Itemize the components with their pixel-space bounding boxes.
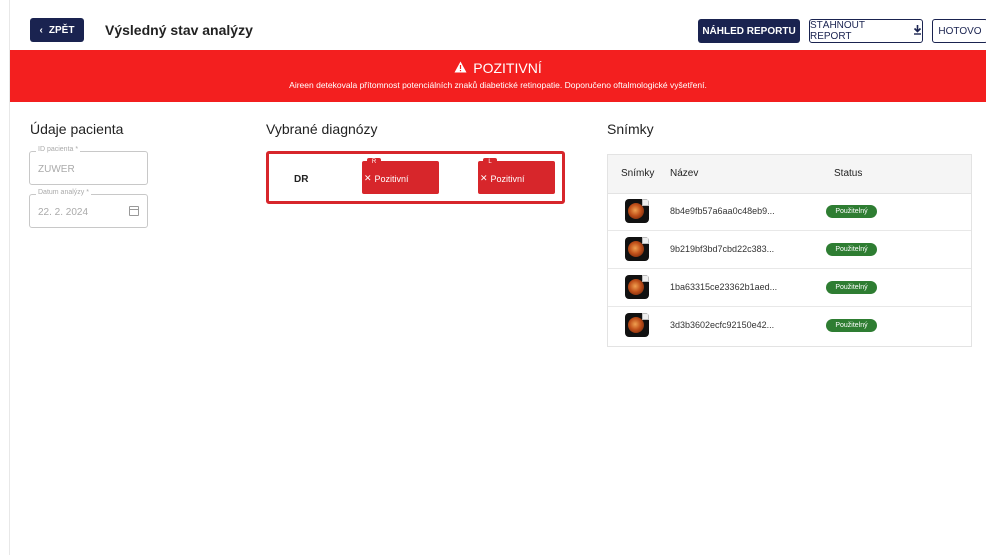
image-name: 1ba63315ce23362b1aed... (670, 282, 778, 292)
fundus-thumbnail[interactable] (625, 313, 649, 337)
image-name: 9b219bf3bd7cbd22c383... (670, 244, 775, 254)
diagnosis-box: DR R ✕ Pozitivní L ✕ Pozitivní (266, 151, 565, 204)
status-badge: Použitelný (826, 205, 877, 218)
column-header-status: Status (834, 168, 863, 179)
chevron-left-icon: ‹ (39, 24, 43, 36)
page-title: Výsledný stav analýzy (105, 22, 253, 38)
back-button[interactable]: ‹ ZPĚT (30, 18, 84, 42)
table-row[interactable]: 9b219bf3bd7cbd22c383... Použitelný (608, 231, 971, 269)
diagnosis-row-label: DR (294, 174, 309, 185)
patient-id-value: ZUWER (38, 164, 75, 175)
banner-title-text: POZITIVNÍ (473, 60, 542, 76)
download-report-button[interactable]: STÁHNOUT REPORT (809, 19, 923, 43)
right-eye-value: Pozitivní (374, 173, 409, 184)
column-header-images: Snímky (621, 168, 655, 179)
warning-icon (454, 60, 467, 76)
patient-id-field[interactable]: ID pacienta * ZUWER (29, 146, 148, 185)
right-eye-tab: R (367, 158, 381, 167)
fundus-thumbnail[interactable] (625, 199, 649, 223)
analysis-date-label: Datum analýzy * (36, 189, 91, 196)
diagnoses-section-title: Vybrané diagnózy (266, 121, 378, 137)
done-button[interactable]: HOTOVO (932, 19, 986, 43)
result-banner: POZITIVNÍ Aireen detekovala přítomnost p… (10, 50, 986, 102)
left-eye-value: Pozitivní (490, 173, 525, 184)
status-badge: Použitelný (826, 243, 877, 256)
close-icon: ✕ (364, 173, 372, 183)
status-badge: Použitelný (826, 281, 877, 294)
top-bar: ‹ ZPĚT Výsledný stav analýzy NÁHLED REPO… (10, 10, 986, 51)
banner-title: POZITIVNÍ (10, 60, 986, 76)
table-row[interactable]: 8b4e9fb57a6aa0c48eb9... Použitelný (608, 193, 971, 231)
fundus-thumbnail[interactable] (625, 275, 649, 299)
patient-section-title: Údaje pacienta (30, 121, 124, 137)
close-icon: ✕ (480, 173, 488, 183)
preview-report-button[interactable]: NÁHLED REPORTU (698, 19, 800, 43)
images-section-title: Snímky (607, 121, 654, 137)
images-table: Snímky Název Status 8b4e9fb57a6aa0c48eb9… (607, 154, 972, 347)
calendar-icon[interactable] (129, 206, 139, 216)
table-header: Snímky Název Status (608, 155, 971, 194)
banner-description: Aireen detekovala přítomnost potenciální… (289, 80, 707, 90)
fundus-thumbnail[interactable] (625, 237, 649, 261)
analysis-date-value: 22. 2. 2024 (38, 207, 89, 218)
analysis-date-field[interactable]: Datum analýzy * 22. 2. 2024 (29, 189, 148, 228)
status-badge: Použitelný (826, 319, 877, 332)
download-report-label: STÁHNOUT REPORT (810, 20, 865, 42)
table-row[interactable]: 1ba63315ce23362b1aed... Použitelný (608, 269, 971, 307)
table-row[interactable]: 3d3b3602ecfc92150e42... Použitelný (608, 307, 971, 345)
left-eye-result[interactable]: L ✕ Pozitivní (478, 158, 555, 194)
right-eye-result[interactable]: R ✕ Pozitivní (362, 158, 439, 194)
patient-id-label: ID pacienta * (36, 146, 81, 153)
image-name: 3d3b3602ecfc92150e42... (670, 320, 775, 330)
image-name: 8b4e9fb57a6aa0c48eb9... (670, 206, 775, 216)
left-eye-tab: L (483, 158, 497, 167)
back-button-label: ZPĚT (48, 24, 75, 36)
column-header-name: Název (670, 168, 699, 179)
download-icon (913, 24, 922, 38)
